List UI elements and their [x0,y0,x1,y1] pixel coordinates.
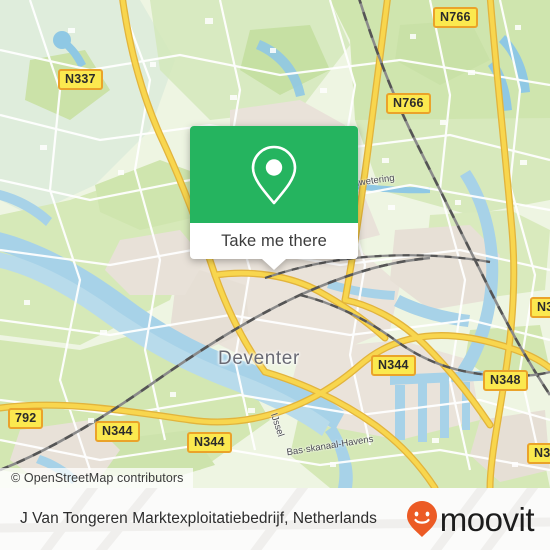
osm-attribution-text: © OpenStreetMap contributors [11,471,184,485]
moovit-pin-smiley-icon [406,501,437,537]
map-city-label: Deventer [218,348,300,369]
road-shield: N766 [433,7,478,29]
popup-header [190,126,358,223]
moovit-brand[interactable]: moovit [406,500,535,538]
road-shield: N766 [386,93,431,115]
map-canvas[interactable]: Deventer Zandwetering IJssel Bas·skanaal-H… [0,0,550,488]
road-shield: N348 [527,443,550,465]
road-shield: 792 [8,408,44,430]
map-pin-icon [251,145,297,204]
take-me-there-label: Take me there [221,231,327,250]
road-shield: N344 [187,432,232,454]
road-shield: N337 [58,69,103,91]
moovit-map-screenshot: Deventer Zandwetering IJssel Bas·skanaal-H… [0,0,550,550]
place-title: J Van Tongeren Marktexploitatiebedrijf, … [20,510,377,527]
road-shield: N344 [371,355,416,377]
popup-tail [262,259,286,270]
road-shield: N344 [95,421,140,443]
footer-bar: J Van Tongeren Marktexploitatiebedrijf, … [0,488,550,550]
take-me-there-button[interactable]: Take me there [190,223,358,259]
road-shield: N348 [530,297,550,319]
osm-attribution[interactable]: © OpenStreetMap contributors [0,468,193,488]
moovit-wordmark: moovit [439,500,535,538]
road-shield: N348 [483,370,528,392]
location-popup-card[interactable]: Take me there [190,126,358,270]
